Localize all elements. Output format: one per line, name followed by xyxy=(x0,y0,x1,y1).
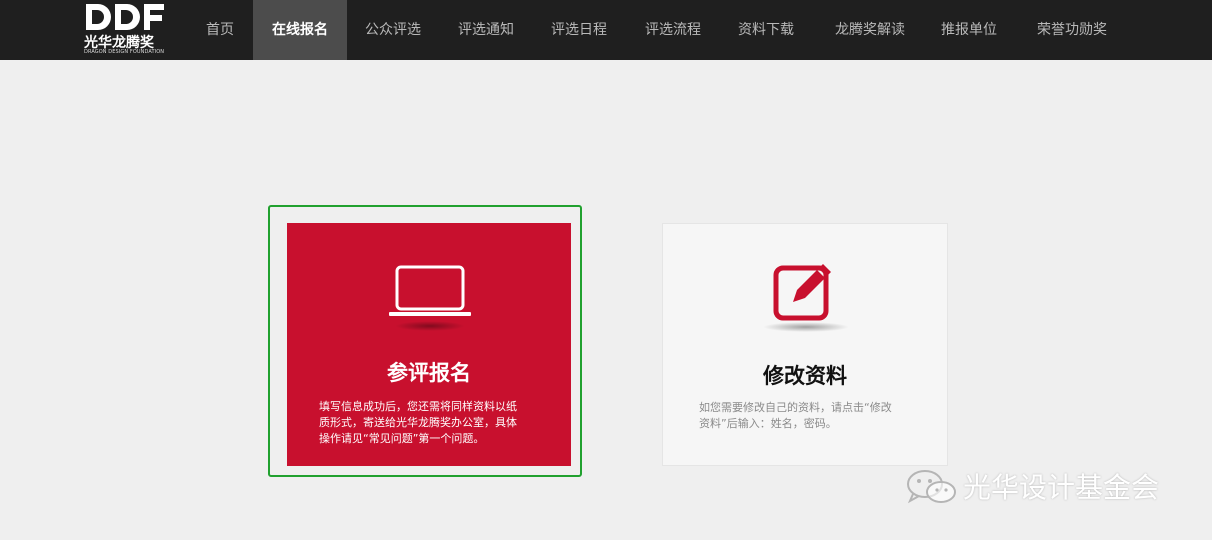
ddf-logo[interactable]: 光华龙腾奖 DRAGON DESIGN FOUNDATION xyxy=(84,2,174,58)
nav-selection-schedule[interactable]: 评选日程 xyxy=(534,0,624,60)
nav-award-interpretation[interactable]: 龙腾奖解读 xyxy=(818,0,922,60)
register-card[interactable]: 参评报名 填写信息成功后，您还需将同样资料以纸 质形式，寄送给光华龙腾奖办公室，… xyxy=(287,223,571,466)
edit-card-title: 修改资料 xyxy=(763,364,847,388)
laptop-icon-shadow xyxy=(395,321,465,331)
logo-english-name: DRAGON DESIGN FOUNDATION xyxy=(84,49,165,55)
watermark-text: 光华设计基金会 xyxy=(963,471,1160,504)
laptop-icon xyxy=(389,265,471,316)
nav-downloads[interactable]: 资料下载 xyxy=(721,0,811,60)
nav-selection-process[interactable]: 评选流程 xyxy=(628,0,718,60)
edit-icon-shadow xyxy=(763,322,849,332)
watermark: 光华设计基金会 xyxy=(905,466,1185,506)
nav-online-registration[interactable]: 在线报名 xyxy=(253,0,347,60)
edit-info-card[interactable]: 修改资料 如您需要修改自己的资料，请点击“修改 资料”后输入：姓名，密码。 xyxy=(662,223,948,466)
nav-selection-notice[interactable]: 评选通知 xyxy=(441,0,531,60)
nav-public-voting[interactable]: 公众评选 xyxy=(348,0,438,60)
nav-honor-merit-award[interactable]: 荣誉功勋奖 xyxy=(1020,0,1124,60)
edit-card-description: 如您需要修改自己的资料，请点击“修改 资料”后输入：姓名，密码。 xyxy=(699,401,892,430)
nav-nominating-units[interactable]: 推报单位 xyxy=(924,0,1014,60)
register-card-title: 参评报名 xyxy=(387,361,471,385)
ddf-logo-mark xyxy=(86,4,164,30)
nav-home[interactable]: 首页 xyxy=(188,0,252,60)
wechat-icon xyxy=(907,470,956,504)
edit-pencil-icon xyxy=(773,264,831,321)
top-nav-bar: 光华龙腾奖 DRAGON DESIGN FOUNDATION 首页 在线报名 公… xyxy=(0,0,1212,60)
register-card-description: 填写信息成功后，您还需将同样资料以纸 质形式，寄送给光华龙腾奖办公室，具体 操作… xyxy=(319,400,517,445)
